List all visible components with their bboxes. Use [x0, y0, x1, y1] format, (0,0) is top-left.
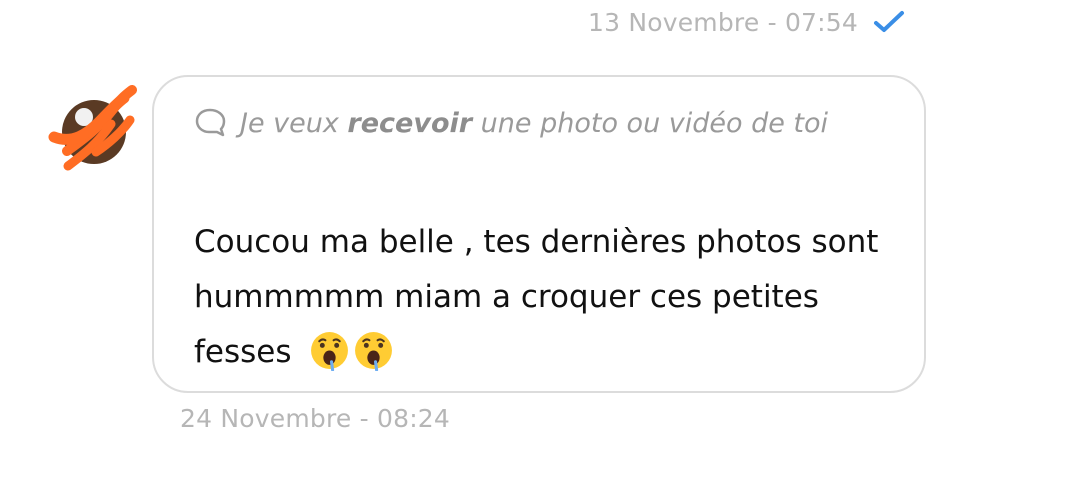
drooling-face-emoji [355, 332, 393, 371]
top-message-status: 13 Novembre - 07:54 [588, 2, 906, 42]
request-prefix: Je veux [240, 108, 348, 139]
checkmark-icon [874, 11, 904, 32]
media-request-line: Je veux recevoir une photo ou vidéo de t… [194, 97, 884, 151]
avatar[interactable] [44, 82, 144, 182]
top-message-timestamp: 13 Novembre - 07:54 [587, 7, 858, 37]
request-suffix: une photo ou vidéo de toi [472, 108, 829, 139]
emoji-row [309, 330, 394, 371]
message-bubble: Je veux recevoir une photo ou vidéo de t… [152, 75, 926, 393]
message-body-text: Coucou ma belle , tes dernières photos s… [194, 224, 879, 370]
message-text: Coucou ma belle , tes dernières photos s… [194, 215, 884, 380]
drooling-face-emoji [311, 332, 349, 371]
speech-bubble-icon [195, 108, 226, 137]
request-emphasis: recevoir [347, 108, 473, 139]
message-timestamp: 24 Novembre - 08:24 [180, 404, 451, 433]
